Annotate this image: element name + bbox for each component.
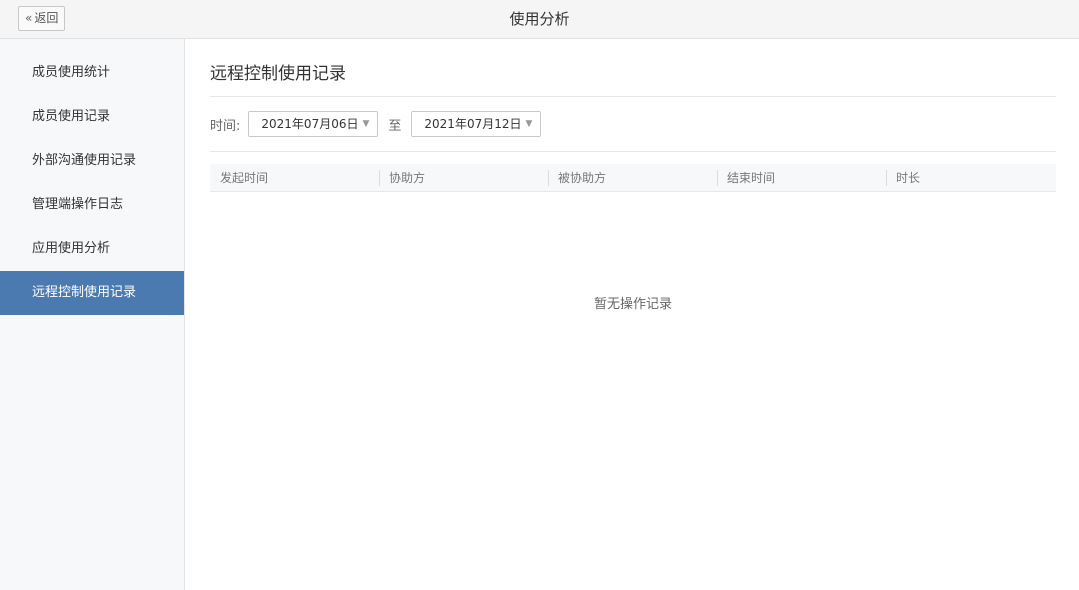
sidebar-item-admin-operation-log[interactable]: 管理端操作日志 xyxy=(0,183,184,227)
sidebar-item-external-communication-records[interactable]: 外部沟通使用记录 xyxy=(0,139,184,183)
column-header-assistant[interactable]: 协助方 xyxy=(379,164,548,191)
table-header: 发起时间 协助方 被协助方 结束时间 时长 xyxy=(210,164,1056,192)
end-date-select[interactable]: 2021年07月12日 ▼ xyxy=(411,111,542,137)
sidebar: 成员使用统计 成员使用记录 外部沟通使用记录 管理端操作日志 应用使用分析 远程… xyxy=(0,39,185,590)
start-date-select[interactable]: 2021年07月06日 ▼ xyxy=(248,111,379,137)
column-header-start-time[interactable]: 发起时间 xyxy=(210,164,379,191)
app-title: 使用分析 xyxy=(509,10,570,28)
sidebar-item-app-usage-analysis[interactable]: 应用使用分析 xyxy=(0,227,184,271)
time-label: 时间: xyxy=(210,118,241,134)
page-title: 远程控制使用记录 xyxy=(210,59,1056,97)
column-header-end-time[interactable]: 结束时间 xyxy=(717,164,886,191)
to-label: 至 xyxy=(388,118,402,134)
sidebar-item-remote-control-records[interactable]: 远程控制使用记录 xyxy=(0,271,184,315)
empty-state-text: 暂无操作记录 xyxy=(593,297,672,312)
back-button-label: 返回 xyxy=(34,11,59,25)
sidebar-item-member-usage-stats[interactable]: 成员使用统计 xyxy=(0,51,184,95)
triangle-down-icon: ▼ xyxy=(362,119,370,129)
double-chevron-left-icon: « xyxy=(25,11,33,25)
date-filter: 时间: 2021年07月06日 ▼ 至 2021年07月12日 ▼ xyxy=(210,97,1056,152)
sidebar-item-member-usage-records[interactable]: 成员使用记录 xyxy=(0,95,184,139)
triangle-down-icon: ▼ xyxy=(525,119,533,129)
column-header-duration[interactable]: 时长 xyxy=(886,164,1055,191)
end-date-value: 2021年07月12日 xyxy=(424,117,522,131)
main-content: 远程控制使用记录 时间: 2021年07月06日 ▼ 至 2021年07月12日… xyxy=(210,39,1056,590)
top-bar: « 返回 使用分析 xyxy=(0,0,1079,39)
column-header-assisted[interactable]: 被协助方 xyxy=(548,164,717,191)
start-date-value: 2021年07月06日 xyxy=(261,117,359,131)
back-button[interactable]: « 返回 xyxy=(18,6,66,31)
